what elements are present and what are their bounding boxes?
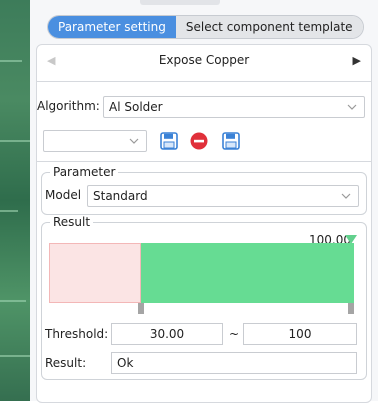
tab-select-component-template[interactable]: Select component template (175, 16, 363, 38)
item-title: Expose Copper (158, 53, 250, 67)
threshold-label: Threshold: (45, 327, 109, 341)
model-select[interactable]: Standard (87, 185, 359, 207)
delete-icon[interactable] (189, 131, 209, 151)
save-icon[interactable] (159, 131, 179, 151)
item-navigator: ◀ Expose Copper ▶ (37, 45, 371, 77)
algorithm-select-value: Al Solder (109, 100, 163, 114)
model-select-value: Standard (93, 189, 148, 203)
max-threshold-handle[interactable] (348, 303, 354, 314)
divider (37, 161, 371, 162)
algorithm-select[interactable]: Al Solder (103, 96, 365, 118)
parameter-group-legend: Parameter (53, 165, 116, 179)
properties-panel: Parameter setting Select component templ… (30, 0, 378, 403)
tab-bar: Parameter setting Select component templ… (48, 16, 363, 38)
result-label: Result: (45, 356, 87, 370)
chevron-down-icon (347, 104, 357, 110)
result-value: Ok (117, 356, 134, 370)
threshold-max-input[interactable]: 100 (243, 323, 357, 345)
range-separator: ~ (229, 327, 240, 341)
panel-top-strip (30, 0, 378, 8)
threshold-min-value: 30.00 (149, 327, 185, 341)
chevron-down-icon (341, 193, 351, 199)
background-board-image (0, 0, 30, 401)
result-field: Ok (111, 352, 357, 374)
tab-parameter-setting[interactable]: Parameter setting (48, 16, 176, 38)
fail-range-fill (49, 243, 141, 303)
algorithm-label: Algorithm: (37, 99, 100, 113)
template-select[interactable] (43, 130, 147, 152)
min-threshold-handle[interactable] (138, 303, 144, 314)
chevron-down-icon (129, 138, 139, 144)
settings-card: ◀ Expose Copper ▶ Algorithm: Al Solder P… (36, 44, 372, 403)
pass-range-fill (141, 243, 354, 303)
save-as-icon[interactable] (221, 131, 241, 151)
threshold-min-input[interactable]: 30.00 (111, 323, 223, 345)
divider (37, 81, 371, 82)
result-group-legend: Result (53, 215, 91, 229)
model-label: Model (45, 188, 82, 202)
threshold-max-value: 100 (288, 327, 312, 341)
next-arrow-icon[interactable]: ▶ (353, 54, 361, 67)
threshold-range-bar[interactable] (49, 243, 354, 303)
